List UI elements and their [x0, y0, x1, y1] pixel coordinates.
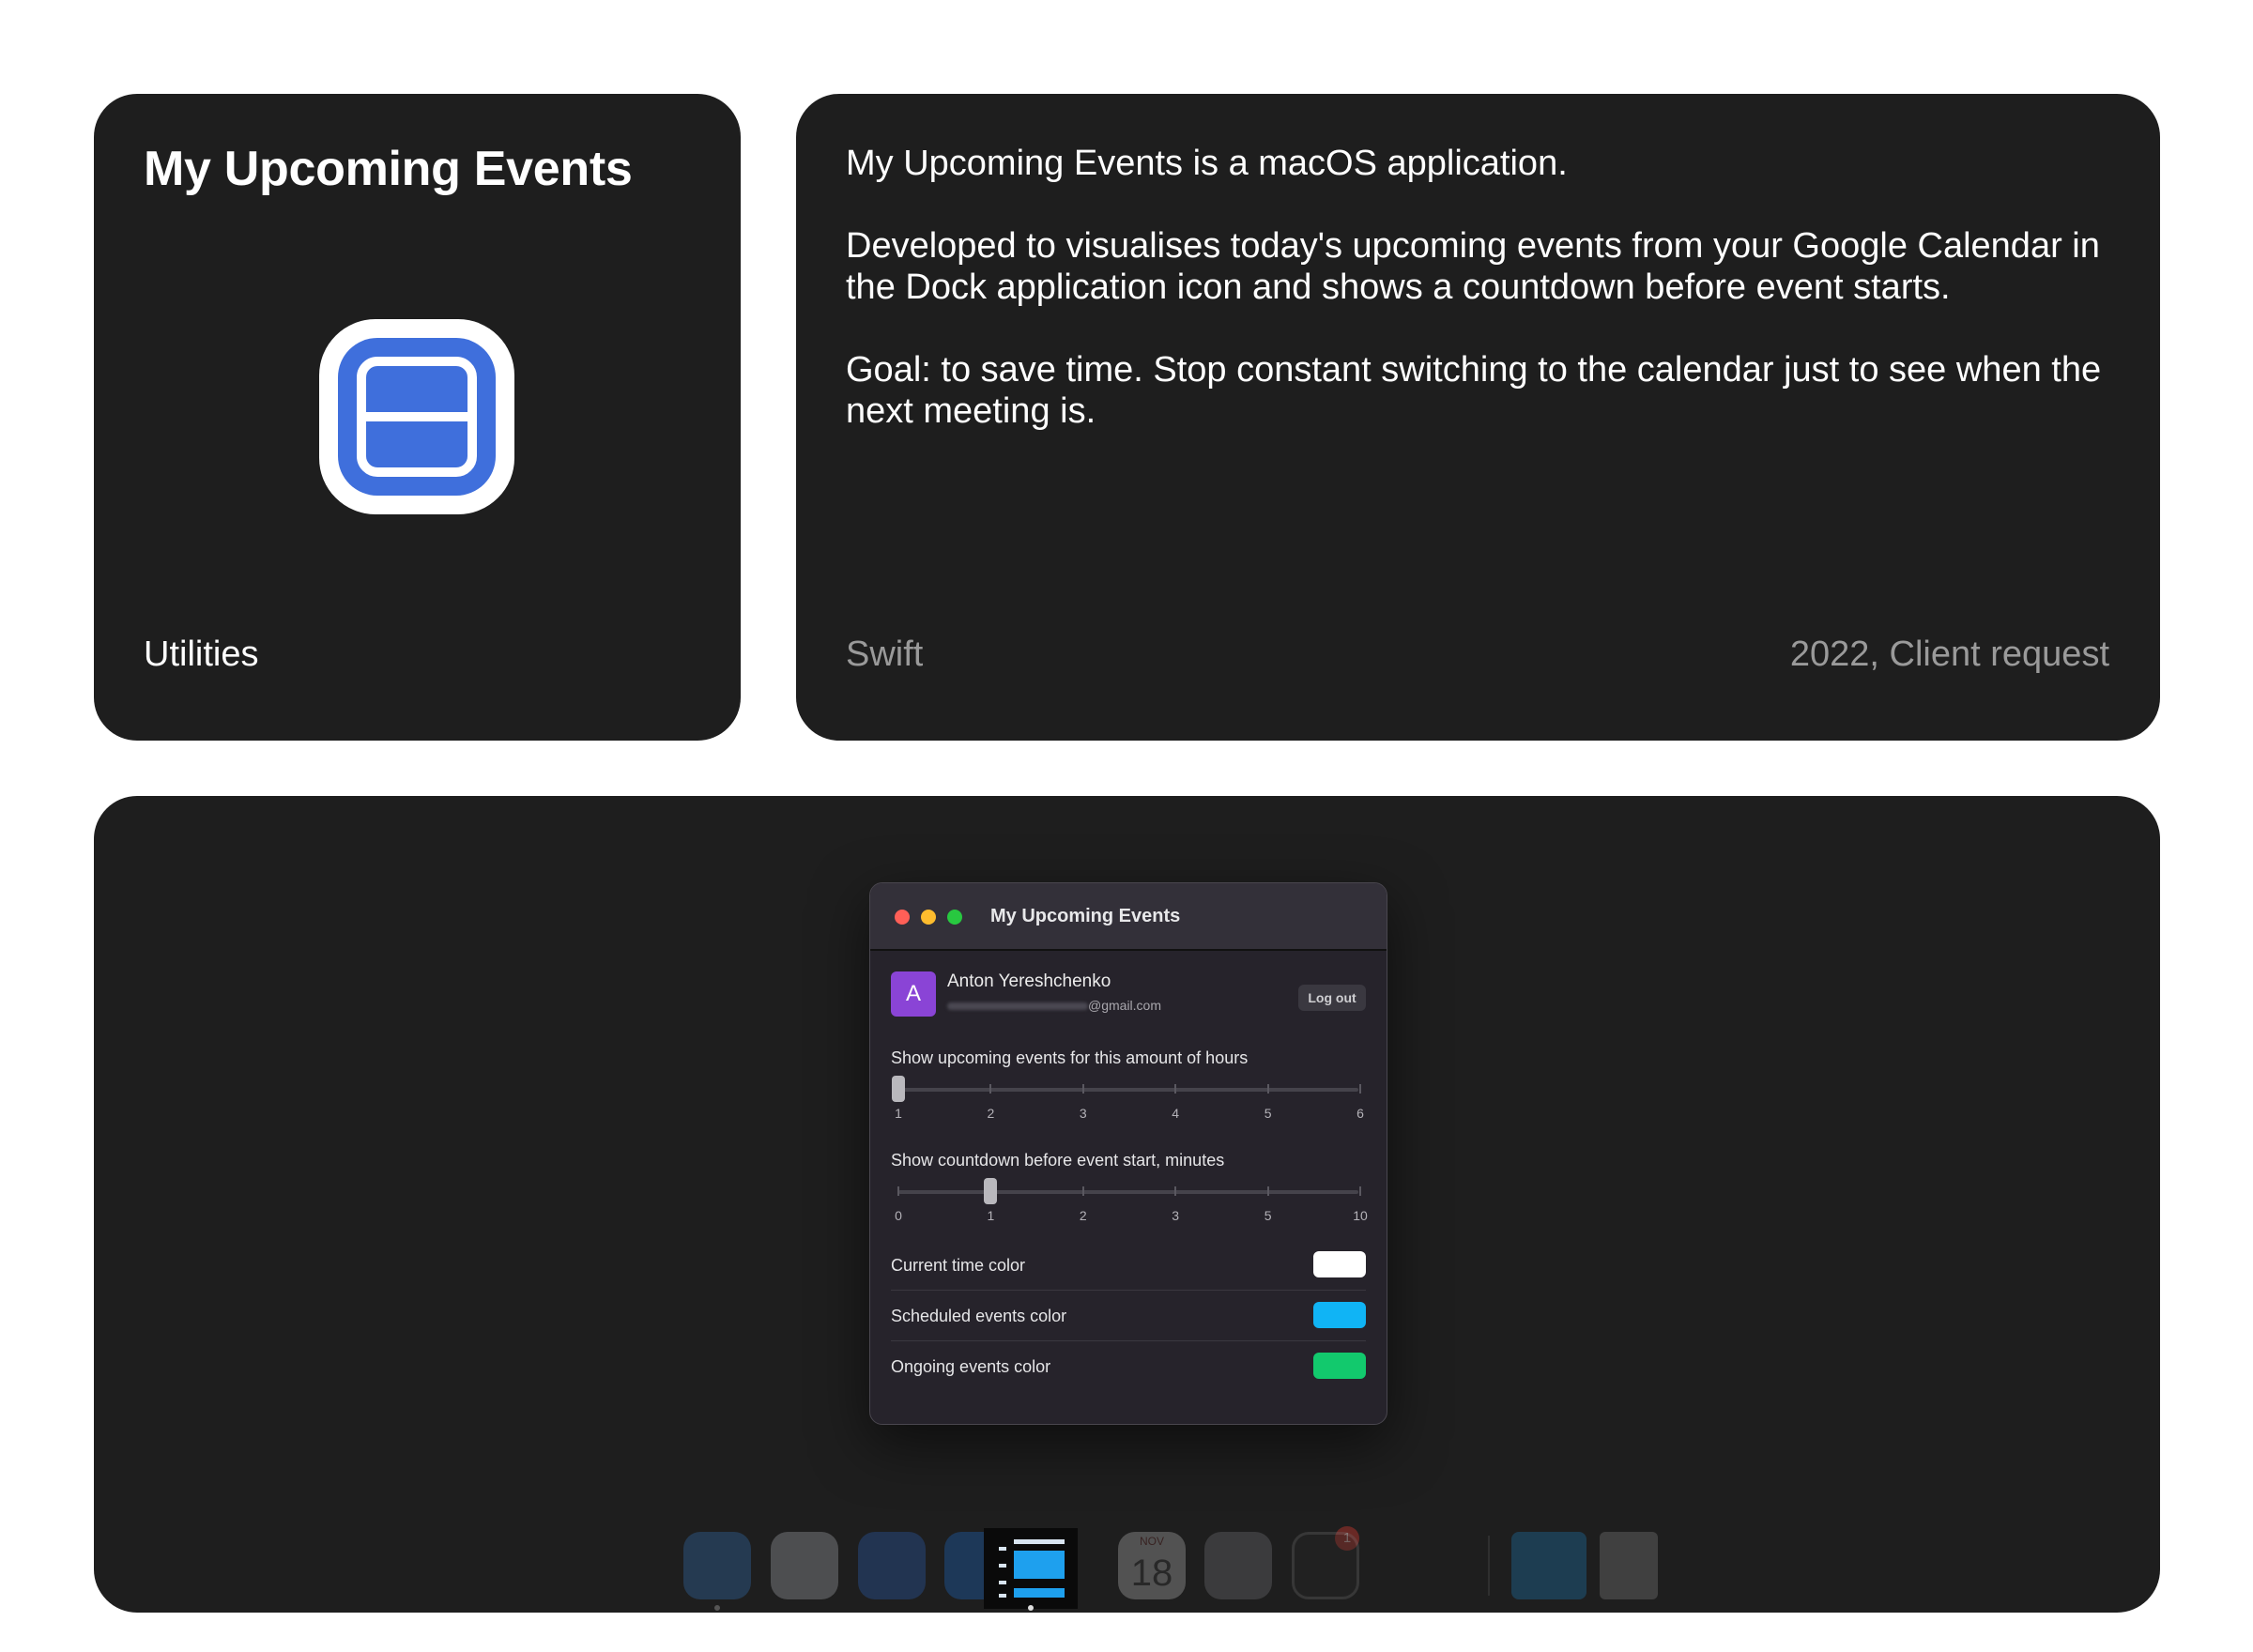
color-well[interactable]: [1313, 1251, 1366, 1277]
description-paragraph: My Upcoming Events is a macOS applicatio…: [846, 144, 1568, 183]
settings-window: My Upcoming Events A Anton Yereshchenko …: [869, 882, 1387, 1425]
project-description: My Upcoming Events is a macOS applicatio…: [846, 143, 2123, 473]
color-well[interactable]: [1313, 1353, 1366, 1379]
running-indicator: [1028, 1605, 1034, 1611]
color-setting-row: Current time color: [891, 1240, 1366, 1291]
slider-tick: [1174, 1186, 1177, 1196]
close-window-button[interactable]: [895, 910, 910, 925]
slider-tick: [1359, 1186, 1361, 1196]
redacted-email: [947, 1002, 1088, 1011]
avatar: A: [891, 971, 936, 1017]
slider-tick: [1081, 1084, 1084, 1094]
downloads-folder-icon[interactable]: [1511, 1532, 1586, 1599]
slider-tick: [1174, 1084, 1177, 1094]
slider-knob[interactable]: [984, 1178, 998, 1204]
slider-tick-label: 2: [1079, 1208, 1087, 1223]
slider-tick-label: 6: [1356, 1106, 1364, 1121]
finder-icon[interactable]: [683, 1532, 751, 1599]
project-category: Utilities: [144, 635, 259, 674]
slider-tick: [1359, 1084, 1361, 1094]
slider-tick: [989, 1084, 992, 1094]
app-icon: [319, 319, 514, 514]
slider-tick-label: 4: [1172, 1106, 1180, 1121]
xcode-icon[interactable]: [858, 1532, 926, 1599]
minimize-window-button[interactable]: [921, 910, 936, 925]
log-out-button[interactable]: Log out: [1298, 985, 1366, 1011]
slider-track[interactable]: [898, 1190, 1358, 1194]
slider-tick-label: 1: [987, 1208, 995, 1223]
calendar-month: NOV: [1139, 1535, 1164, 1548]
slider-track[interactable]: [898, 1088, 1358, 1092]
slider-tick-label: 5: [1264, 1208, 1272, 1223]
countdown-slider-label: Show countdown before event start, minut…: [891, 1151, 1225, 1170]
slider-tick-label: 0: [895, 1208, 902, 1223]
project-tech: Swift: [846, 635, 924, 674]
window-title: My Upcoming Events: [990, 906, 1181, 926]
slider-tick: [1266, 1186, 1269, 1196]
safari-icon[interactable]: [771, 1532, 838, 1599]
color-setting-label: Current time color: [891, 1256, 1026, 1275]
color-settings: Current time color Scheduled events color…: [891, 1240, 1366, 1392]
slider-tick: [897, 1186, 899, 1196]
color-setting-row: Scheduled events color: [891, 1291, 1366, 1341]
project-description-card: My Upcoming Events is a macOS applicatio…: [796, 94, 2160, 741]
color-well[interactable]: [1313, 1302, 1366, 1328]
system-settings-icon[interactable]: [1204, 1532, 1272, 1599]
slider-tick-label: 1: [895, 1106, 902, 1121]
color-setting-label: Scheduled events color: [891, 1307, 1067, 1325]
my-upcoming-events-icon: [999, 1537, 1066, 1599]
terminal-icon[interactable]: [1292, 1532, 1359, 1599]
description-paragraph: Goal: to save time. Stop constant switch…: [846, 350, 2102, 431]
hours-slider-label: Show upcoming events for this amount of …: [891, 1048, 1249, 1067]
countdown-slider[interactable]: 0 1 2 3 5 10: [891, 1170, 1368, 1231]
zoom-window-button[interactable]: [947, 910, 962, 925]
description-paragraph: Developed to visualises today's upcoming…: [846, 226, 2100, 307]
project-year: 2022, Client request: [1789, 635, 2109, 674]
calendar-day: 18: [1130, 1553, 1173, 1594]
my-upcoming-events-dock-icon[interactable]: [984, 1528, 1078, 1609]
running-indicator: [714, 1605, 720, 1611]
dock-divider: [1488, 1536, 1490, 1596]
slider-tick: [1081, 1186, 1084, 1196]
slider-tick-label: 3: [1172, 1208, 1180, 1223]
color-setting-label: Ongoing events color: [891, 1357, 1051, 1376]
user-email: @gmail.com: [947, 998, 1161, 1013]
calendar-icon[interactable]: NOV 18: [1118, 1532, 1186, 1599]
trash-icon[interactable]: [1600, 1532, 1658, 1599]
slider-tick-label: 10: [1353, 1208, 1368, 1223]
user-name: Anton Yereshchenko: [947, 971, 1111, 991]
window-titlebar: My Upcoming Events: [870, 883, 1387, 951]
app-preview-card: My Upcoming Events A Anton Yereshchenko …: [94, 796, 2160, 1613]
slider-tick-label: 3: [1079, 1106, 1087, 1121]
dock: NOV 18 1: [674, 1494, 1658, 1611]
hours-slider[interactable]: 1 2 3 4 5 6: [891, 1068, 1366, 1128]
slider-tick-label: 2: [987, 1106, 995, 1121]
slider-knob[interactable]: [892, 1076, 905, 1102]
user-account: A Anton Yereshchenko @gmail.com Log out: [891, 951, 1366, 1026]
project-title-card: My Upcoming Events Utilities: [94, 94, 741, 741]
project-title: My Upcoming Events: [144, 142, 633, 196]
slider-tick: [1266, 1084, 1269, 1094]
slider-tick-label: 5: [1264, 1106, 1272, 1121]
color-setting-row: Ongoing events color: [891, 1341, 1366, 1392]
